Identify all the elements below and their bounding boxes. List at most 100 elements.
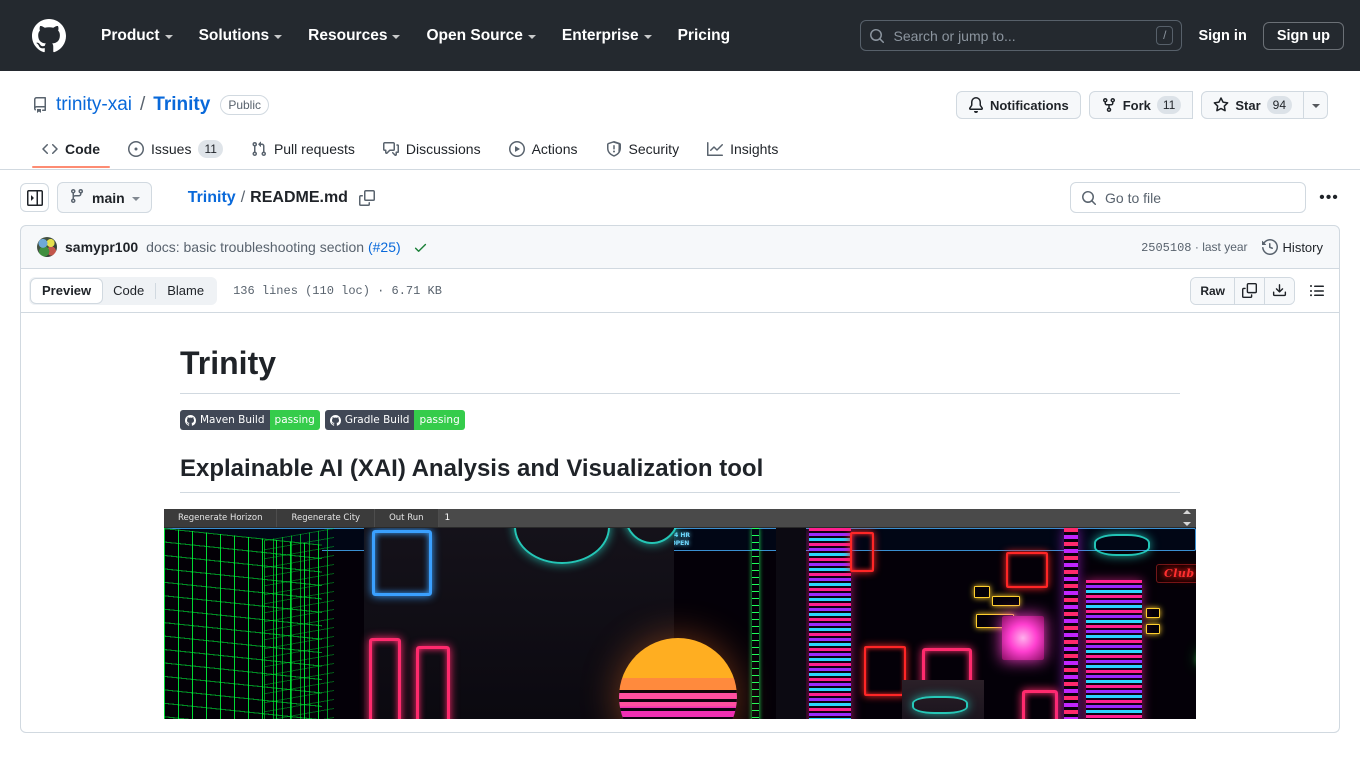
search-input[interactable]: Search or jump to... / (860, 20, 1183, 51)
global-nav-label: Product (101, 26, 160, 44)
screenshot-toolbar: Regenerate Horizon Regenerate City Out R… (164, 509, 1196, 528)
tab-issues-count: 11 (198, 140, 223, 158)
sign-in-link[interactable]: Sign in (1198, 28, 1246, 44)
commit-message[interactable]: docs: basic troubleshooting section (#25… (146, 239, 401, 255)
star-button[interactable]: Star 94 (1201, 91, 1304, 119)
go-to-file-input[interactable]: Go to file (1070, 182, 1306, 213)
sign-up-button[interactable]: Sign up (1262, 21, 1344, 50)
spinner-arrows-icon[interactable] (1183, 510, 1192, 526)
github-mark-icon[interactable] (32, 18, 66, 53)
fork-button-group: Fork 11 (1088, 91, 1194, 119)
badge-status: passing (269, 410, 320, 430)
shield-icon (606, 141, 622, 157)
raw-button[interactable]: Raw (1191, 277, 1234, 304)
graph-icon (707, 141, 724, 157)
global-header: Product Solutions Resources Open Source … (0, 0, 1360, 71)
readme-section-heading: Explainable AI (XAI) Analysis and Visual… (180, 454, 1180, 493)
chevron-down-icon (164, 34, 173, 39)
notifications-button[interactable]: Notifications (955, 91, 1081, 119)
outline-list-icon[interactable] (1303, 276, 1331, 305)
avatar[interactable] (37, 237, 57, 257)
tab-label: Insights (730, 141, 779, 157)
star-dropdown-button[interactable] (1304, 91, 1328, 119)
repo-owner-link[interactable]: trinity-xai (56, 94, 132, 116)
yellow-neon-window (992, 596, 1020, 606)
red-neon-window (864, 646, 906, 696)
gradle-build-badge[interactable]: Gradle Build passing (324, 410, 465, 430)
play-icon (508, 141, 525, 157)
global-nav-label: Resources (308, 26, 388, 44)
regenerate-city-button[interactable]: Regenerate City (277, 509, 376, 527)
view-code-tab[interactable]: Code (102, 279, 155, 303)
star-count: 94 (1266, 96, 1292, 114)
sidebar-expand-icon[interactable] (20, 183, 49, 212)
global-nav-item-pricing[interactable]: Pricing (665, 19, 744, 53)
commit-author-link[interactable]: samypr100 (65, 239, 138, 255)
history-link[interactable]: History (1261, 239, 1323, 255)
green-wireframe-building-secondary (264, 528, 334, 719)
raw-actions-group: Raw (1190, 276, 1295, 305)
global-nav-label: Enterprise (561, 26, 639, 44)
breadcrumb-root-link[interactable]: Trinity (188, 189, 236, 207)
repo-visibility-badge: Public (220, 95, 269, 115)
commit-message-text: docs: basic troubleshooting section (146, 239, 365, 255)
fork-button[interactable]: Fork 11 (1088, 91, 1194, 119)
badge-label: Gradle Build (344, 414, 410, 426)
tab-actions[interactable]: Actions (499, 133, 588, 169)
maven-build-badge[interactable]: Maven Build passing (180, 410, 320, 430)
file-stats: 136 lines (110 loc) · 6.71 KB (233, 283, 442, 298)
branch-name: main (92, 189, 125, 206)
global-nav-item-solutions[interactable]: Solutions (186, 19, 296, 53)
copy-icon[interactable] (358, 189, 375, 206)
tab-discussions[interactable]: Discussions (373, 133, 491, 169)
repo-name-link[interactable]: Trinity (153, 94, 210, 116)
global-nav-item-open-source[interactable]: Open Source (413, 19, 548, 53)
chevron-down-icon (131, 196, 140, 201)
star-label: Star (1235, 97, 1261, 113)
git-branch-icon (69, 188, 85, 207)
fork-count: 11 (1156, 96, 1182, 114)
view-blame-tab[interactable]: Blame (156, 279, 215, 303)
out-run-button[interactable]: Out Run (375, 509, 439, 527)
yellow-neon-window (1146, 608, 1160, 618)
history-icon (1261, 239, 1278, 255)
star-icon (1213, 97, 1229, 113)
readme-content: Trinity Maven Build passing Gradle Build (20, 313, 1340, 733)
green-tick-column (752, 528, 759, 719)
chevron-down-icon (274, 34, 283, 39)
commit-hash[interactable]: 2505108 (1141, 241, 1191, 255)
pink-neon-window (369, 638, 401, 719)
fork-icon (1101, 97, 1117, 113)
regenerate-horizon-button[interactable]: Regenerate Horizon (164, 509, 278, 527)
tab-issues[interactable]: Issues 11 (118, 133, 233, 169)
tab-pull-requests[interactable]: Pull requests (241, 133, 365, 169)
tab-code[interactable]: Code (32, 133, 110, 169)
copy-raw-icon[interactable] (1234, 277, 1264, 304)
breadcrumb-current-file: README.md (250, 188, 348, 206)
chevron-down-icon (527, 34, 536, 39)
readme-title: Trinity (180, 343, 1180, 394)
tab-security[interactable]: Security (596, 133, 690, 169)
global-nav-item-enterprise[interactable]: Enterprise (549, 19, 665, 53)
check-success-icon[interactable] (413, 240, 428, 255)
branch-selector-button[interactable]: main (57, 182, 152, 213)
view-preview-tab[interactable]: Preview (31, 278, 103, 303)
download-icon[interactable] (1264, 277, 1294, 304)
striped-neon-tower (1064, 528, 1078, 719)
file-view-toolbar: Preview Code Blame 136 lines (110 loc) ·… (20, 269, 1340, 313)
tab-insights[interactable]: Insights (697, 133, 788, 169)
global-nav-item-resources[interactable]: Resources (295, 19, 413, 53)
pink-neon-window (416, 646, 450, 719)
github-mark-icon (185, 414, 196, 426)
kebab-horizontal-icon[interactable]: ••• (1314, 182, 1344, 213)
search-shortcut-key: / (1156, 26, 1174, 45)
cyan-hologram-arc (1094, 534, 1150, 556)
repo-tab-nav: Code Issues 11 Pull requests Discussions (32, 133, 1328, 169)
commit-pr-link[interactable]: (#25) (368, 239, 401, 255)
global-nav-item-product[interactable]: Product (88, 19, 186, 53)
striped-neon-tower (809, 528, 851, 719)
markdown-body: Trinity Maven Build passing Gradle Build (164, 343, 1196, 493)
notifications-label: Notifications (989, 97, 1069, 113)
go-to-file-placeholder: Go to file (1105, 189, 1162, 206)
spinner-input[interactable]: 1 (438, 509, 1196, 527)
